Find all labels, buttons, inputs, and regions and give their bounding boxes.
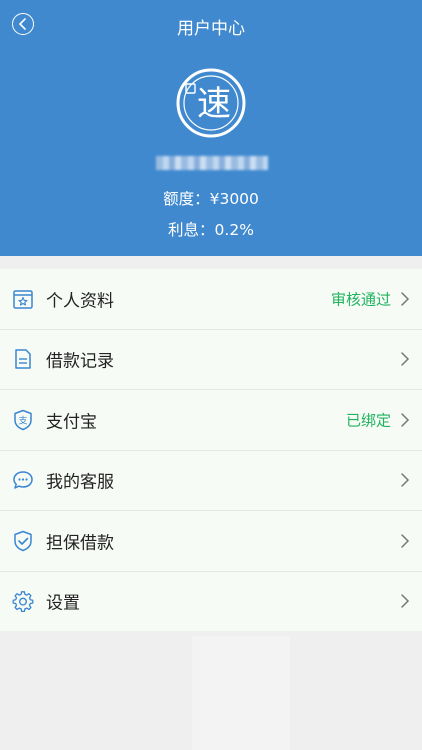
document-icon [15, 349, 31, 369]
menu-item-label: 个人资料 [46, 291, 114, 312]
app-logo: 速 [176, 68, 246, 138]
chevron-right-icon [401, 594, 410, 608]
menu-list: 个人资料 审核通过 借款记录 支 支付宝 已绑定 我的客服 担保借款 设置 [0, 269, 422, 631]
chevron-right-icon [401, 534, 410, 548]
status-badge: 已绑定 [345, 411, 391, 430]
menu-item-guaranteed-loan[interactable]: 担保借款 [0, 511, 422, 572]
user-name-redacted [156, 156, 268, 170]
status-badge: 审核通过 [330, 290, 391, 309]
interest-rate: 利息：0.2% [168, 221, 254, 239]
logo-char: 速 [197, 84, 231, 124]
menu-item-profile[interactable]: 个人资料 审核通过 [0, 269, 422, 330]
menu-item-label: 我的客服 [46, 472, 114, 493]
svg-text:支: 支 [18, 414, 27, 426]
id-card-star-icon [13, 290, 33, 309]
menu-item-customer-service[interactable]: 我的客服 [0, 451, 422, 511]
alipay-shield-icon: 支 [14, 409, 32, 430]
credit-limit: 额度：¥3000 [163, 190, 259, 208]
profile-header: 用户中心 速 额度：¥3000 利息：0.2% [0, 0, 422, 256]
chevron-right-icon [401, 352, 410, 366]
menu-item-loan-records[interactable]: 借款记录 [0, 330, 422, 390]
shield-check-icon [14, 530, 32, 551]
chevron-right-icon [401, 292, 410, 306]
chevron-right-icon [401, 473, 410, 487]
background-panel [192, 636, 290, 750]
menu-item-settings[interactable]: 设置 [0, 572, 422, 632]
menu-item-label: 支付宝 [46, 412, 97, 433]
menu-item-label: 设置 [46, 593, 80, 614]
chat-bubbles-icon [13, 471, 33, 489]
page-title: 用户中心 [177, 19, 245, 39]
menu-item-alipay[interactable]: 支 支付宝 已绑定 [0, 390, 422, 451]
menu-item-label: 借款记录 [46, 351, 114, 372]
gear-icon [12, 591, 34, 613]
menu-item-label: 担保借款 [46, 533, 114, 554]
chevron-right-icon [401, 413, 410, 427]
